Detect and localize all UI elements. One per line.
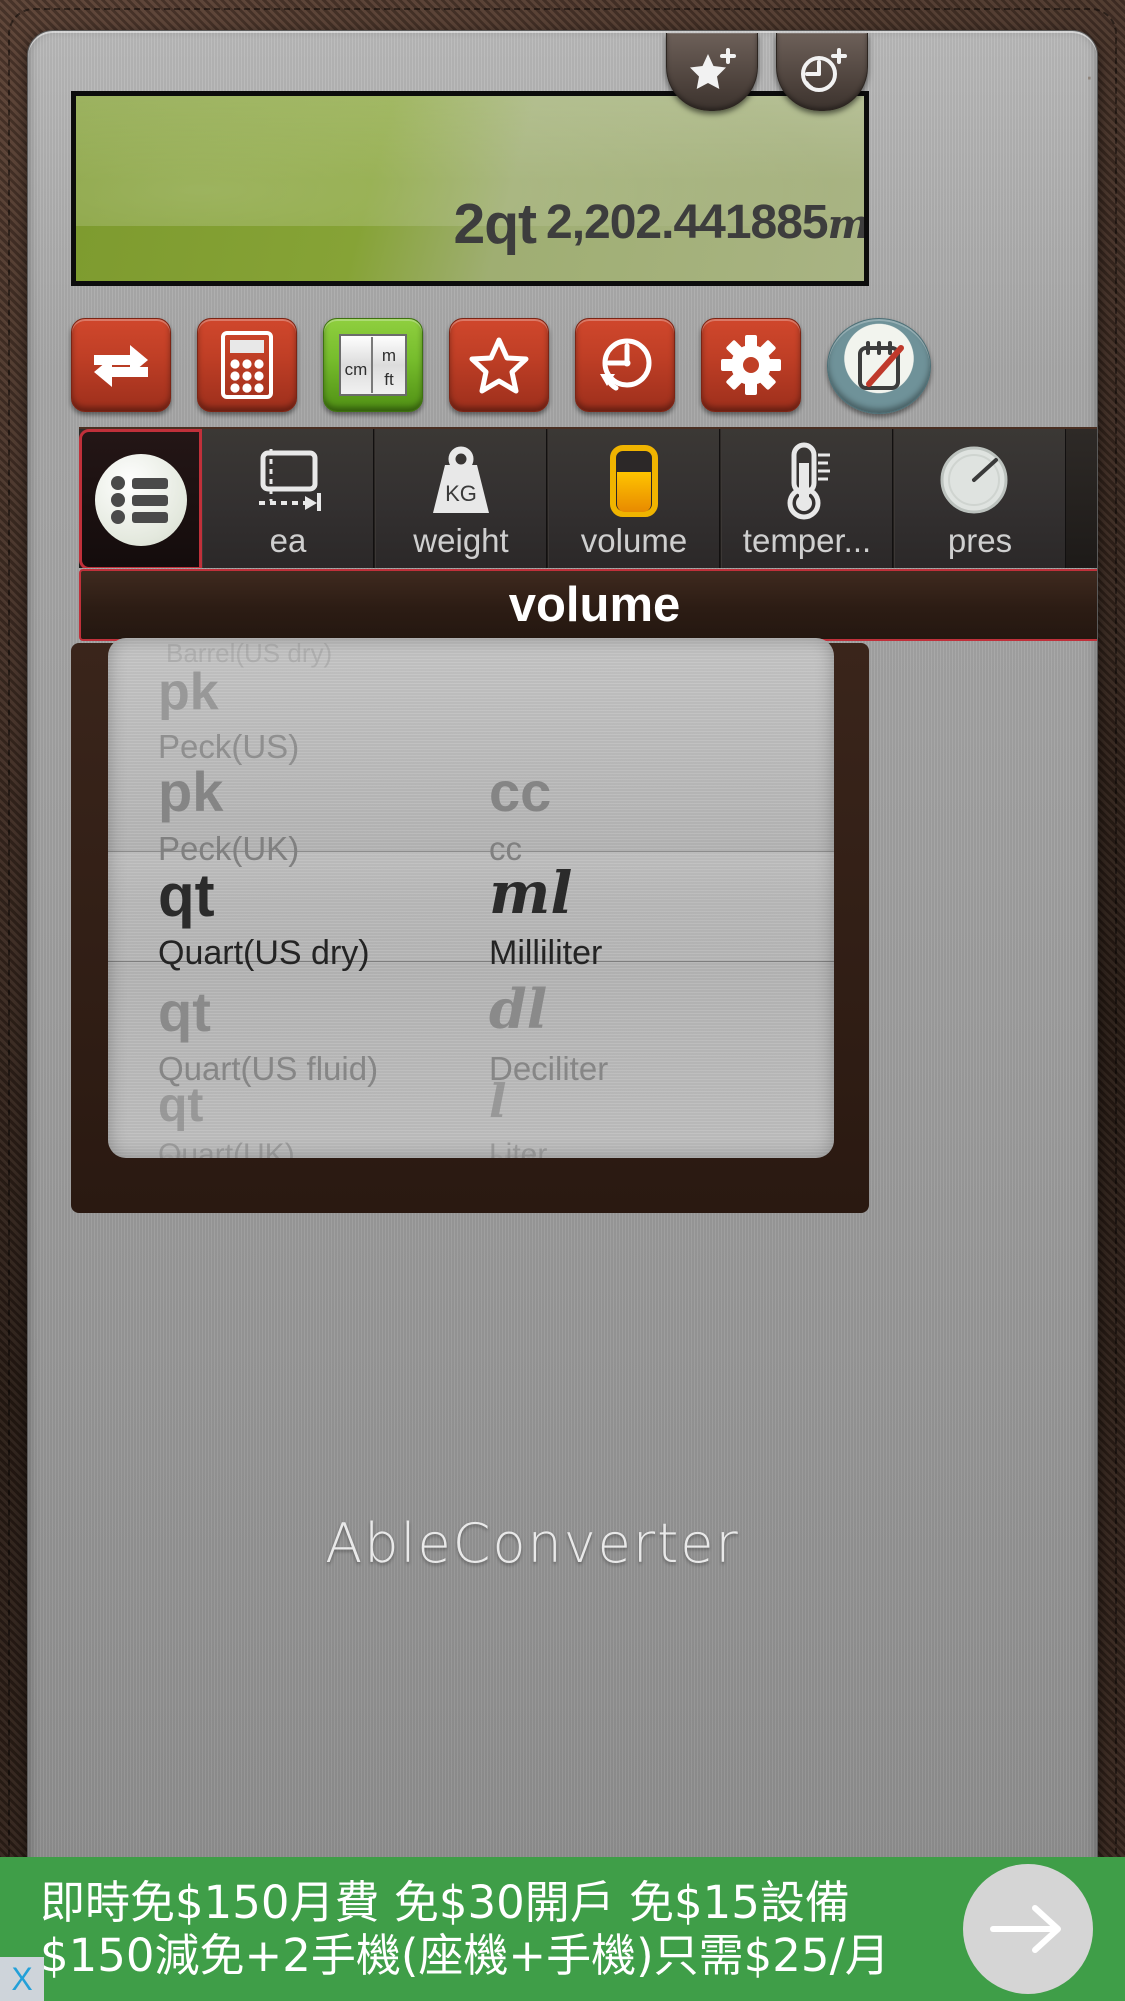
to-value: 2,202.441885ml bbox=[546, 196, 869, 249]
star-plus-icon bbox=[690, 47, 736, 89]
unit-picker-frame: bl Barrel(US dry) pk Peck(US) pk Peck(UK… bbox=[71, 638, 869, 1213]
gear-icon bbox=[721, 335, 781, 395]
list-item[interactable]: cm³ bbox=[471, 1146, 834, 1158]
picker-column-to[interactable]: cc cc ml Milliliter dl Deciliter l Liter bbox=[471, 638, 834, 1159]
ad-banner[interactable]: 即時免$150月費 免$30開戶 免$15設備 $150減免+2手機(座機+手機… bbox=[0, 1857, 1125, 2001]
list-icon bbox=[94, 453, 187, 546]
svg-text:m: m bbox=[382, 346, 396, 365]
category-tab-weight[interactable]: KG weight bbox=[375, 429, 547, 568]
favorites-button[interactable] bbox=[449, 318, 549, 412]
unit-name-selected: Milliliter bbox=[489, 934, 603, 972]
unit-symbol: qt bbox=[158, 1079, 204, 1132]
unit-symbol-selected: qt bbox=[158, 862, 215, 929]
units-button[interactable]: cm m ft bbox=[323, 318, 423, 412]
unit-symbol: pk bbox=[158, 760, 224, 823]
cm-m-ft-icon: cm m ft bbox=[339, 334, 407, 396]
ad-line-1: 即時免$150月費 免$30開戶 免$15設備 bbox=[40, 1875, 850, 1929]
app-brand: AbleConverter bbox=[325, 1512, 740, 1575]
svg-text:ft: ft bbox=[384, 370, 394, 389]
unit-name-selected: Quart(US dry) bbox=[158, 934, 370, 972]
page-title: volume bbox=[508, 578, 681, 632]
notepad-button[interactable] bbox=[827, 318, 931, 414]
swap-button[interactable] bbox=[71, 318, 171, 412]
add-history-tab[interactable] bbox=[776, 33, 868, 111]
category-tab-temperature[interactable]: temper... bbox=[721, 429, 893, 568]
calculator-icon bbox=[221, 331, 273, 399]
category-label: ea bbox=[269, 522, 307, 559]
overflow-dots-icon: ··· bbox=[1085, 61, 1097, 91]
weight-kg-icon: KG bbox=[421, 441, 501, 521]
picker-column-from[interactable]: bl Barrel(US dry) pk Peck(US) pk Peck(UK… bbox=[108, 638, 471, 1158]
unit-symbol: pk bbox=[158, 663, 219, 721]
category-tab-area[interactable]: ea bbox=[202, 429, 374, 568]
category-list-button[interactable] bbox=[79, 429, 202, 568]
category-tab-volume[interactable]: volume bbox=[548, 429, 720, 568]
area-icon bbox=[249, 441, 327, 521]
unit-symbol: cc bbox=[489, 760, 552, 823]
ad-text: 即時免$150月費 免$30開戶 免$15設備 $150減免+2手機(座機+手機… bbox=[0, 1876, 963, 1982]
unit-symbol: l bbox=[489, 1074, 507, 1128]
notepad-pencil-icon bbox=[858, 341, 904, 390]
thermometer-icon bbox=[772, 441, 842, 521]
function-button-row: cm m ft bbox=[71, 318, 1097, 416]
settings-button[interactable] bbox=[701, 318, 801, 412]
ad-cta-button[interactable] bbox=[963, 1864, 1093, 1994]
clock-reset-icon bbox=[600, 338, 652, 391]
star-icon bbox=[469, 337, 529, 394]
unit-symbol: pt bbox=[158, 1146, 184, 1159]
unit-symbol: cm³ bbox=[489, 1146, 535, 1158]
category-tab-strip[interactable]: ea KG weight volume temper... pres bbox=[79, 427, 1097, 568]
arrow-right-icon bbox=[990, 1905, 1061, 1953]
list-item[interactable]: cc cc bbox=[471, 756, 834, 874]
list-item[interactable]: pk Peck(UK) bbox=[108, 756, 471, 874]
clock-plus-icon bbox=[801, 47, 847, 92]
category-label: volume bbox=[580, 522, 688, 559]
top-tab-strip: ··· bbox=[666, 31, 1097, 113]
svg-text:KG: KG bbox=[445, 481, 477, 506]
category-title-bar: volume bbox=[79, 569, 1097, 641]
list-item[interactable]: pt Pint(US dry) bbox=[108, 1146, 471, 1159]
swap-arrows-icon bbox=[94, 345, 148, 387]
ad-close-button[interactable]: X bbox=[0, 1957, 44, 2001]
to-value-suffix: ml bbox=[827, 201, 869, 248]
unit-symbol: qt bbox=[158, 980, 211, 1043]
category-label: weight bbox=[413, 522, 509, 559]
conversion-display[interactable]: 2qt 2,202.441885ml Quart(US dry) Millili… bbox=[71, 91, 869, 286]
unit-picker[interactable]: bl Barrel(US dry) pk Peck(US) pk Peck(UK… bbox=[108, 638, 834, 1158]
list-item[interactable]: ml Milliliter bbox=[471, 860, 834, 978]
category-tab-pressure[interactable]: pres bbox=[894, 429, 1066, 568]
add-favorite-tab[interactable] bbox=[666, 33, 758, 111]
history-button[interactable] bbox=[575, 318, 675, 412]
beaker-icon bbox=[597, 441, 671, 521]
from-value: 2qt bbox=[453, 192, 538, 256]
category-label: pres bbox=[947, 522, 1013, 559]
converter-panel: ··· 2qt 2,202.441885ml Quart(US dry) Mil… bbox=[27, 30, 1098, 1890]
to-value-number: 2,202.441885 bbox=[546, 196, 829, 249]
ad-line-2: $150減免+2手機(座機+手機)只需$25/月 bbox=[40, 1929, 890, 1982]
svg-text:cm: cm bbox=[345, 360, 368, 379]
calculator-button[interactable] bbox=[197, 318, 297, 412]
app-root: ··· 2qt 2,202.441885ml Quart(US dry) Mil… bbox=[0, 0, 1125, 2001]
gauge-icon bbox=[940, 441, 1020, 521]
list-item[interactable]: qt Quart(US dry) bbox=[108, 860, 471, 978]
unit-symbol-selected: ml bbox=[489, 859, 573, 927]
unit-symbol: dl bbox=[489, 977, 548, 1041]
category-label: temper... bbox=[742, 522, 872, 559]
